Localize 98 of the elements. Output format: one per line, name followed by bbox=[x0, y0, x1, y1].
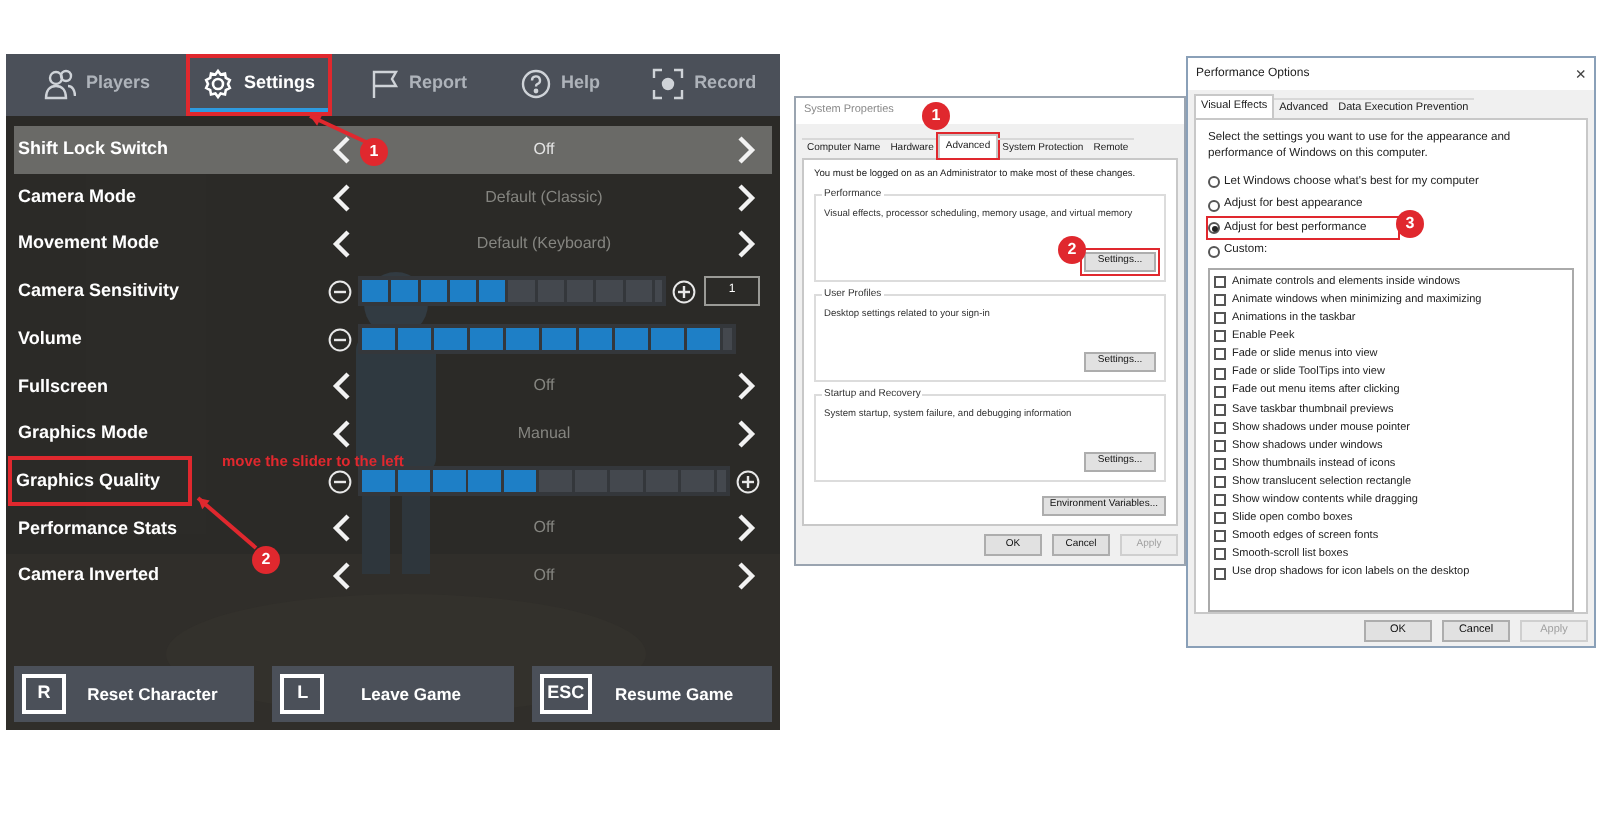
tab[interactable]: Help bbox=[507, 58, 613, 112]
next-button[interactable] bbox=[732, 558, 760, 595]
tab[interactable]: Record bbox=[640, 58, 769, 112]
checkbox[interactable] bbox=[1214, 348, 1226, 361]
chevron-right-icon bbox=[736, 181, 756, 214]
menu-button[interactable]: R Reset Character bbox=[14, 666, 255, 722]
slider-track[interactable] bbox=[358, 276, 666, 307]
people-icon bbox=[44, 67, 76, 99]
minus-icon bbox=[328, 327, 352, 352]
slider-track[interactable] bbox=[358, 466, 730, 497]
chevron-left-icon bbox=[332, 181, 352, 214]
chevron-left-icon bbox=[332, 133, 352, 166]
next-button[interactable] bbox=[732, 510, 760, 547]
checkbox[interactable] bbox=[1214, 476, 1226, 489]
setting-label: Performance Stats bbox=[16, 515, 180, 542]
flag-icon bbox=[367, 67, 400, 99]
chevron-left-icon bbox=[332, 417, 352, 450]
previous-button[interactable] bbox=[328, 368, 356, 405]
checkbox[interactable] bbox=[1214, 294, 1226, 307]
button-label: Leave Game bbox=[358, 681, 464, 707]
button-label: Resume Game bbox=[613, 681, 736, 707]
tab[interactable]: Report bbox=[355, 58, 480, 112]
checkbox[interactable] bbox=[1214, 367, 1226, 380]
checkbox[interactable] bbox=[1214, 385, 1226, 398]
decrease-button[interactable] bbox=[328, 327, 352, 352]
menu-button[interactable]: ESC Resume Game bbox=[531, 666, 772, 722]
close-button[interactable]: × bbox=[1575, 65, 1586, 83]
radio-button[interactable] bbox=[1208, 245, 1220, 257]
chevron-right-icon bbox=[736, 228, 756, 261]
next-button[interactable] bbox=[732, 368, 760, 405]
minus-icon bbox=[328, 279, 352, 304]
key-label: ESC bbox=[539, 674, 593, 714]
setting-label: Movement Mode bbox=[16, 230, 162, 257]
record-icon bbox=[652, 67, 685, 99]
chevron-left-icon bbox=[332, 228, 352, 261]
setting-label: Fullscreen bbox=[16, 373, 111, 400]
radio-button[interactable] bbox=[1208, 199, 1220, 211]
checkbox[interactable] bbox=[1214, 312, 1226, 325]
setting-value: Default (Classic) bbox=[485, 185, 603, 210]
key-label: R bbox=[22, 674, 66, 714]
help-icon bbox=[519, 67, 552, 99]
settings-icon bbox=[202, 67, 235, 99]
checkbox[interactable] bbox=[1214, 494, 1226, 507]
plus-icon bbox=[736, 469, 760, 494]
previous-button[interactable] bbox=[328, 415, 356, 452]
checkbox[interactable] bbox=[1214, 403, 1226, 416]
checkbox[interactable] bbox=[1214, 512, 1226, 525]
slider-track[interactable] bbox=[358, 324, 736, 355]
plus-icon bbox=[672, 279, 696, 304]
chevron-right-icon bbox=[736, 370, 756, 403]
tab[interactable]: Players bbox=[32, 58, 163, 112]
previous-button[interactable] bbox=[328, 558, 356, 595]
setting-value: Off bbox=[533, 137, 555, 162]
checkbox[interactable] bbox=[1214, 421, 1226, 434]
next-button[interactable] bbox=[732, 415, 760, 452]
setting-value: Off bbox=[533, 516, 555, 541]
setting-value: Off bbox=[533, 374, 555, 399]
chevron-left-icon bbox=[332, 560, 352, 593]
checkbox[interactable] bbox=[1214, 567, 1226, 580]
checkbox[interactable] bbox=[1214, 439, 1226, 452]
next-button[interactable] bbox=[732, 179, 760, 216]
setting-value: Default (Keyboard) bbox=[476, 232, 612, 257]
setting-label: Volume bbox=[16, 325, 84, 352]
chevron-right-icon bbox=[736, 417, 756, 450]
next-button[interactable] bbox=[732, 226, 760, 263]
radio-button[interactable] bbox=[1208, 176, 1220, 188]
setting-label: Graphics Quality bbox=[12, 459, 189, 503]
previous-button[interactable] bbox=[328, 226, 356, 263]
setting-label: Camera Mode bbox=[16, 183, 139, 210]
setting-value: Manual bbox=[517, 421, 571, 446]
tab[interactable]: Settings bbox=[190, 58, 328, 112]
decrease-button[interactable] bbox=[328, 469, 352, 494]
checkbox[interactable] bbox=[1214, 330, 1226, 343]
key-label: L bbox=[280, 674, 325, 714]
button-label: Reset Character bbox=[85, 681, 220, 707]
checkbox[interactable] bbox=[1214, 530, 1226, 543]
previous-button[interactable] bbox=[328, 510, 356, 547]
decrease-button[interactable] bbox=[328, 279, 352, 304]
setting-label: Camera Inverted bbox=[16, 562, 162, 589]
radio-button[interactable] bbox=[1208, 222, 1220, 234]
checkbox[interactable] bbox=[1214, 457, 1226, 470]
setting-value: Off bbox=[533, 564, 555, 589]
chevron-right-icon bbox=[736, 560, 756, 593]
checkbox[interactable] bbox=[1214, 548, 1226, 561]
previous-button[interactable] bbox=[328, 179, 356, 216]
increase-button[interactable] bbox=[672, 279, 696, 304]
chevron-right-icon bbox=[736, 512, 756, 545]
minus-icon bbox=[328, 469, 352, 494]
increase-button[interactable] bbox=[736, 469, 760, 494]
chevron-left-icon bbox=[332, 512, 352, 545]
setting-label: Graphics Mode bbox=[16, 420, 151, 447]
chevron-left-icon bbox=[332, 370, 352, 403]
checkbox[interactable] bbox=[1214, 276, 1226, 289]
menu-button[interactable]: L Leave Game bbox=[272, 666, 514, 722]
step-badge: 1 bbox=[922, 102, 950, 130]
setting-label: Shift Lock Switch bbox=[16, 136, 171, 163]
setting-label: Camera Sensitivity bbox=[16, 278, 182, 305]
chevron-right-icon bbox=[736, 133, 756, 166]
